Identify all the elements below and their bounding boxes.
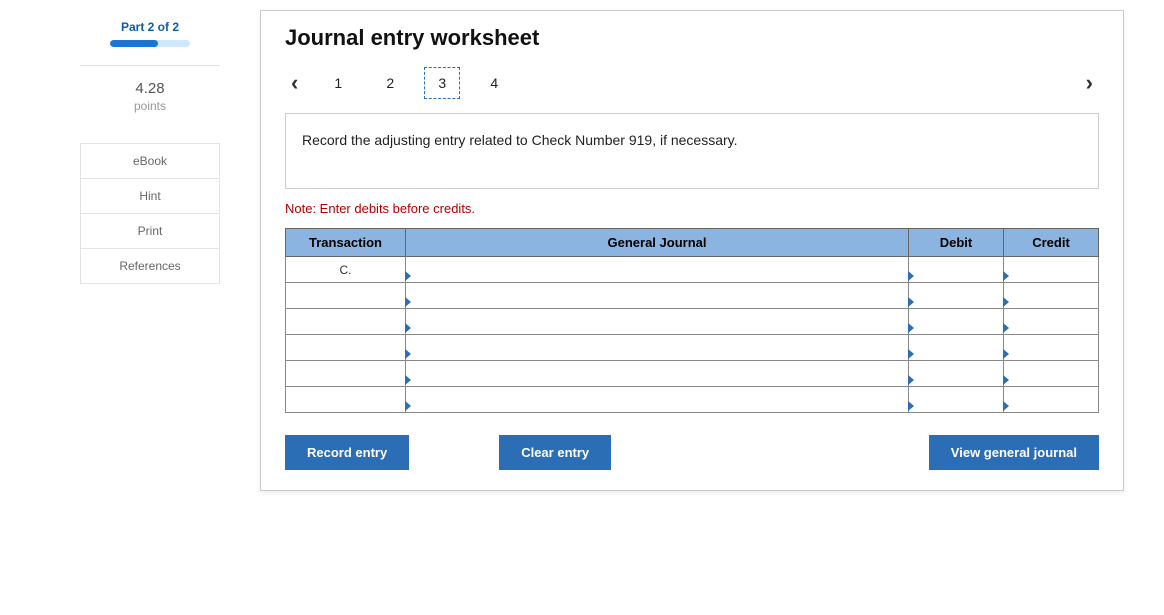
step-4[interactable]: 4 (476, 67, 512, 99)
sidebar-link-print[interactable]: Print (81, 214, 219, 249)
record-entry-button[interactable]: Record entry (285, 435, 409, 470)
points-label: points (80, 99, 220, 113)
cell-transaction (286, 387, 406, 413)
cell-debit[interactable] (909, 335, 1004, 361)
button-row: Record entry Clear entry View general jo… (285, 435, 1099, 470)
header-debit: Debit (909, 229, 1004, 257)
cell-debit[interactable] (909, 283, 1004, 309)
clear-entry-button[interactable]: Clear entry (499, 435, 611, 470)
journal-table: Transaction General Journal Debit Credit… (285, 228, 1099, 413)
chevron-right-icon[interactable]: › (1080, 70, 1099, 96)
cell-journal[interactable] (406, 309, 909, 335)
sidebar-link-references[interactable]: References (81, 249, 219, 283)
header-transaction: Transaction (286, 229, 406, 257)
cell-credit[interactable] (1004, 283, 1099, 309)
cell-debit[interactable] (909, 387, 1004, 413)
cell-transaction (286, 309, 406, 335)
cell-journal[interactable] (406, 335, 909, 361)
note-text: Note: Enter debits before credits. (285, 201, 1099, 216)
table-row (286, 387, 1099, 413)
cell-credit[interactable] (1004, 309, 1099, 335)
header-journal: General Journal (406, 229, 909, 257)
chevron-left-icon[interactable]: ‹ (285, 70, 304, 96)
view-journal-button[interactable]: View general journal (929, 435, 1099, 470)
header-credit: Credit (1004, 229, 1099, 257)
step-2[interactable]: 2 (372, 67, 408, 99)
part-label: Part 2 of 2 (80, 20, 220, 34)
step-3[interactable]: 3 (424, 67, 460, 99)
cell-journal[interactable] (406, 283, 909, 309)
divider (80, 65, 220, 66)
cell-transaction (286, 361, 406, 387)
cell-credit[interactable] (1004, 361, 1099, 387)
sidebar-links: eBook Hint Print References (80, 143, 220, 284)
cell-debit[interactable] (909, 309, 1004, 335)
progress-bar (110, 40, 190, 47)
main-panel: Journal entry worksheet ‹ 1 2 3 4 › Reco… (260, 10, 1124, 491)
points-value: 4.28 (80, 80, 220, 97)
table-row (286, 309, 1099, 335)
instruction-box: Record the adjusting entry related to Ch… (285, 113, 1099, 189)
journal-table-body: C. (286, 257, 1099, 413)
instruction-text: Record the adjusting entry related to Ch… (302, 132, 738, 148)
cell-transaction (286, 283, 406, 309)
sidebar-link-ebook[interactable]: eBook (81, 144, 219, 179)
cell-journal[interactable] (406, 361, 909, 387)
table-row: C. (286, 257, 1099, 283)
cell-credit[interactable] (1004, 387, 1099, 413)
table-row (286, 283, 1099, 309)
cell-credit[interactable] (1004, 335, 1099, 361)
table-row (286, 335, 1099, 361)
cell-credit[interactable] (1004, 257, 1099, 283)
sidebar: Part 2 of 2 4.28 points eBook Hint Print… (80, 10, 220, 491)
step-nav: ‹ 1 2 3 4 › (285, 67, 1099, 99)
cell-transaction (286, 335, 406, 361)
cell-debit[interactable] (909, 257, 1004, 283)
cell-debit[interactable] (909, 361, 1004, 387)
cell-transaction: C. (286, 257, 406, 283)
cell-journal[interactable] (406, 387, 909, 413)
step-1[interactable]: 1 (320, 67, 356, 99)
table-row (286, 361, 1099, 387)
sidebar-link-hint[interactable]: Hint (81, 179, 219, 214)
page-title: Journal entry worksheet (285, 25, 1099, 51)
cell-journal[interactable] (406, 257, 909, 283)
